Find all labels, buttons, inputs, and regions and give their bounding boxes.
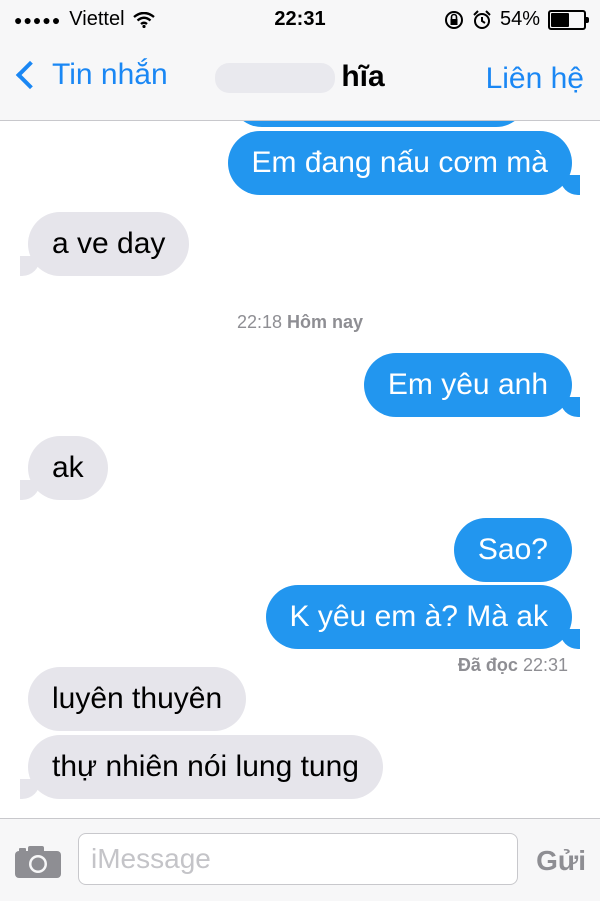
battery-fill bbox=[551, 12, 570, 27]
message-bubble-outgoing[interactable]: K yêu em à? Mà ak bbox=[265, 585, 581, 649]
conversation-timestamp: 22:18 Hôm nay bbox=[0, 312, 600, 333]
message-bubble-outgoing[interactable]: Em yêu anh bbox=[363, 353, 581, 417]
send-button[interactable]: Gửi bbox=[536, 845, 586, 877]
message-text: Em đang nấu cơm mà bbox=[251, 146, 548, 179]
contact-details-button[interactable]: Liên hệ bbox=[486, 62, 584, 96]
battery-icon bbox=[548, 9, 589, 30]
input-bar: Gửi bbox=[0, 818, 600, 901]
message-text: K yêu em à? Mà ak bbox=[289, 600, 548, 633]
contact-name-text: hĩa bbox=[341, 60, 385, 93]
message-bubble-incoming[interactable]: luyên thuyên bbox=[28, 667, 247, 731]
status-bar: ●●●●● Viettel 22:31 54% bbox=[0, 0, 600, 40]
battery-percent: 54% bbox=[499, 8, 540, 30]
read-receipt-label: Đã đọc bbox=[457, 655, 518, 675]
read-receipt: Đã đọc 22:31 bbox=[458, 655, 568, 676]
timestamp-time: 22:18 bbox=[236, 312, 282, 332]
message-bubble-outgoing[interactable]: Sao? bbox=[453, 518, 572, 582]
message-bubble-incoming[interactable]: thự nhiên nói lung tung bbox=[20, 735, 383, 799]
message-text: a ve day bbox=[52, 227, 166, 260]
nav-bar: Tin nhắn hĩa Liên hệ bbox=[0, 40, 600, 121]
message-bubble-outgoing[interactable]: Em đang nấu cơm mà bbox=[227, 131, 581, 195]
message-thread[interactable]: Em đang nấu cơm mà a ve day 22:18 Hôm na… bbox=[0, 121, 600, 817]
message-text: ak bbox=[52, 451, 84, 484]
status-right: 54% bbox=[444, 8, 589, 31]
orientation-lock-icon bbox=[444, 10, 463, 29]
read-receipt-time: 22:31 bbox=[522, 655, 568, 675]
message-bubble-cropped bbox=[230, 121, 528, 127]
camera-icon[interactable] bbox=[14, 845, 62, 879]
alarm-icon bbox=[473, 9, 491, 29]
message-bubble-incoming[interactable]: a ve day bbox=[19, 212, 190, 276]
redacted-name-blur bbox=[215, 63, 336, 94]
message-bubble-incoming[interactable]: ak bbox=[20, 436, 108, 500]
message-text: thự nhiên nói lung tung bbox=[52, 750, 359, 783]
message-text: luyên thuyên bbox=[52, 682, 223, 715]
message-text: Em yêu anh bbox=[387, 368, 548, 401]
message-text: Sao? bbox=[477, 533, 548, 566]
timestamp-day: Hôm nay bbox=[287, 312, 364, 332]
message-input[interactable] bbox=[78, 833, 518, 885]
